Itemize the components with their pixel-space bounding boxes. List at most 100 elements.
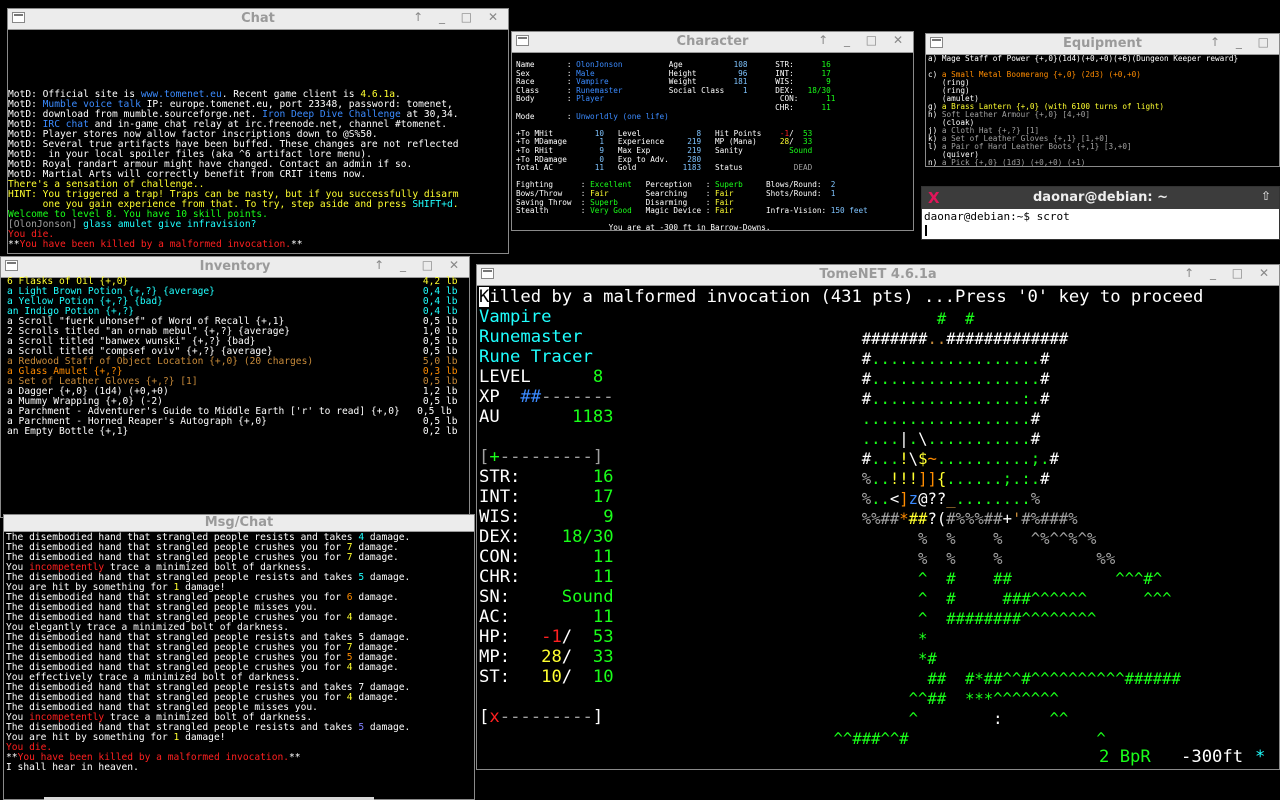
text-segment: damage. xyxy=(364,722,411,733)
text-segment: damage. xyxy=(352,592,399,603)
text-segment xyxy=(627,610,918,628)
text-segment: Infra-Vision: xyxy=(733,206,831,216)
text-line: #######..############# xyxy=(627,329,1181,349)
text-segment: [ xyxy=(479,707,490,727)
text-segment: damage! xyxy=(179,732,226,743)
text-line: *# xyxy=(627,649,1181,669)
text-segment xyxy=(627,730,834,748)
text-segment: .... xyxy=(861,430,900,448)
text-segment: x xyxy=(489,707,500,727)
text-segment: z xyxy=(908,490,919,508)
text-segment: @?? xyxy=(918,490,947,508)
text-segment: ........... xyxy=(927,430,1031,448)
text-segment: damage. xyxy=(352,612,399,623)
text-line: #...!\$~..........;.# xyxy=(627,449,1181,469)
text-segment: . xyxy=(908,430,919,448)
text-segment: damage. xyxy=(364,572,411,583)
text-segment: ^^ xyxy=(1002,710,1069,728)
text-segment: : xyxy=(1021,390,1031,408)
text-segment: --------- xyxy=(499,707,593,727)
window-controls[interactable]: ↑ _ □ ✕ xyxy=(1184,266,1275,280)
text-segment: 1183 xyxy=(682,163,702,173)
text-line: AC: 11 xyxy=(479,607,614,627)
text-line: [+---------] xyxy=(479,447,614,467)
text-segment: ] xyxy=(592,447,604,467)
window-controls[interactable]: ↑ _ □ ✕ xyxy=(374,258,465,272)
text-segment: 11 xyxy=(594,163,604,173)
dungeon-map[interactable]: # # #######..############# #............… xyxy=(627,309,1181,749)
chat-log: MotD: Official site is www.tomenet.eu. R… xyxy=(8,90,508,250)
text-segment: % % % ^%^^%^% xyxy=(918,530,1097,548)
text-line: CHR: 11 xyxy=(479,567,614,587)
text-segment xyxy=(627,450,862,468)
text-segment xyxy=(627,410,862,428)
chat-titlebar[interactable]: Chat ↑ _ □ ✕ xyxy=(8,9,508,30)
text-segment: # xyxy=(1030,430,1041,448)
text-line: [OlonJonson] glass amulet give infravisi… xyxy=(8,220,508,230)
text-segment: Rune Tracer xyxy=(479,347,593,367)
text-line: AU 1183 xyxy=(479,407,614,427)
text-line: STR: 16 xyxy=(479,467,614,487)
text-segment: ############# xyxy=(946,330,1069,348)
text-segment xyxy=(627,470,862,488)
text-segment: # xyxy=(1049,450,1059,468)
death-message: Killed by a malformed invocation (431 pt… xyxy=(479,287,1203,307)
text-line: ^^###^^# ^ xyxy=(627,729,1181,749)
character-sheet: Name : OlonJonson Age 108 STR: 16 Sex : M… xyxy=(516,60,868,231)
maximize-icon[interactable]: ⇧ xyxy=(1261,189,1271,203)
tomenet-main-window: TomeNET 4.6.1a ↑ _ □ ✕ Killed by a malfo… xyxy=(476,264,1280,770)
text-segment: < xyxy=(889,490,900,508)
text-segment: ###^^^^^^ xyxy=(955,590,1088,608)
text-segment: : xyxy=(1021,470,1031,488)
window-controls[interactable]: ↑ _ □ ✕ xyxy=(413,10,504,24)
text-segment: Very Good xyxy=(590,206,632,216)
text-segment: ........ xyxy=(955,490,1031,508)
window-controls[interactable]: ↑ _ □ ✕ xyxy=(818,33,909,47)
text-line: Runemaster xyxy=(479,327,614,347)
text-segment: Sanity xyxy=(701,145,790,155)
text-segment: 8 xyxy=(592,367,604,387)
text-segment: . xyxy=(1040,450,1050,468)
text-segment: an Empty Bottle {+,1} 0,2 lb xyxy=(7,426,458,437)
text-segment xyxy=(627,630,918,648)
text-segment: I shall hear in heaven. xyxy=(6,762,139,773)
inventory-titlebar[interactable]: Inventory ↑ _ □ ✕ xyxy=(1,257,469,278)
text-line: #................:.# xyxy=(627,389,1181,409)
text-segment: DEAD xyxy=(793,163,813,173)
text-segment: # xyxy=(1040,470,1050,488)
text-line: You are hit by something for 1 damage! xyxy=(6,733,474,743)
text-segment: .......... xyxy=(936,450,1031,468)
terminal-titlebar[interactable]: X daonar@debian: ~ ⇧ xyxy=(922,187,1279,209)
text-segment: # xyxy=(861,370,872,388)
text-segment: / xyxy=(561,647,593,667)
text-line: Total AC 11 Gold 1183 Status DEAD xyxy=(516,163,868,173)
text-line: #..................# xyxy=(627,349,1181,369)
text-segment: SHIFT+d xyxy=(412,199,453,210)
msgchat-titlebar[interactable]: Msg/Chat xyxy=(4,515,474,532)
equipment-window: Equipment ↑ _ □ a) Mage Staff of Power {… xyxy=(925,33,1280,167)
terminal-title: daonar@debian: ~ xyxy=(1033,190,1168,205)
text-segment: ~ xyxy=(927,450,937,468)
text-line: %%##*##?(#%%%##+'#%###% xyxy=(627,509,1181,529)
text-segment: .................. xyxy=(861,410,1031,428)
equipment-titlebar[interactable]: Equipment ↑ _ □ xyxy=(926,34,1279,55)
text-segment: 53 xyxy=(592,627,614,647)
text-segment: You are at -300 ft in Barrow-Downs. xyxy=(516,223,771,231)
text-segment: 11 xyxy=(821,102,831,112)
terminal-body[interactable]: daonar@debian:~$ scrot xyxy=(922,209,1279,239)
tomenet-titlebar[interactable]: TomeNET 4.6.1a ↑ _ □ ✕ xyxy=(477,265,1279,286)
text-segment: ^^## ***^^^^^^^ xyxy=(908,690,1059,708)
character-titlebar[interactable]: Character ↑ _ □ ✕ xyxy=(512,32,913,53)
msgchat-log: The disembodied hand that strangled peop… xyxy=(6,533,474,773)
text-segment: % xyxy=(1030,490,1041,508)
text-line: # # xyxy=(627,309,1181,329)
text-line: %..!!!]]{......;.:.# xyxy=(627,469,1181,489)
text-segment: { xyxy=(936,470,947,488)
text-line xyxy=(479,427,614,447)
msgchat-title: Msg/Chat xyxy=(204,515,274,530)
window-controls[interactable]: ↑ _ □ xyxy=(1210,35,1275,49)
text-line: I shall hear in heaven. xyxy=(6,763,474,773)
text-line: ^ # ## ^^^#^ xyxy=(627,569,1181,589)
text-segment: # xyxy=(861,450,872,468)
terminal-window: X daonar@debian: ~ ⇧ daonar@debian:~$ sc… xyxy=(921,186,1280,240)
